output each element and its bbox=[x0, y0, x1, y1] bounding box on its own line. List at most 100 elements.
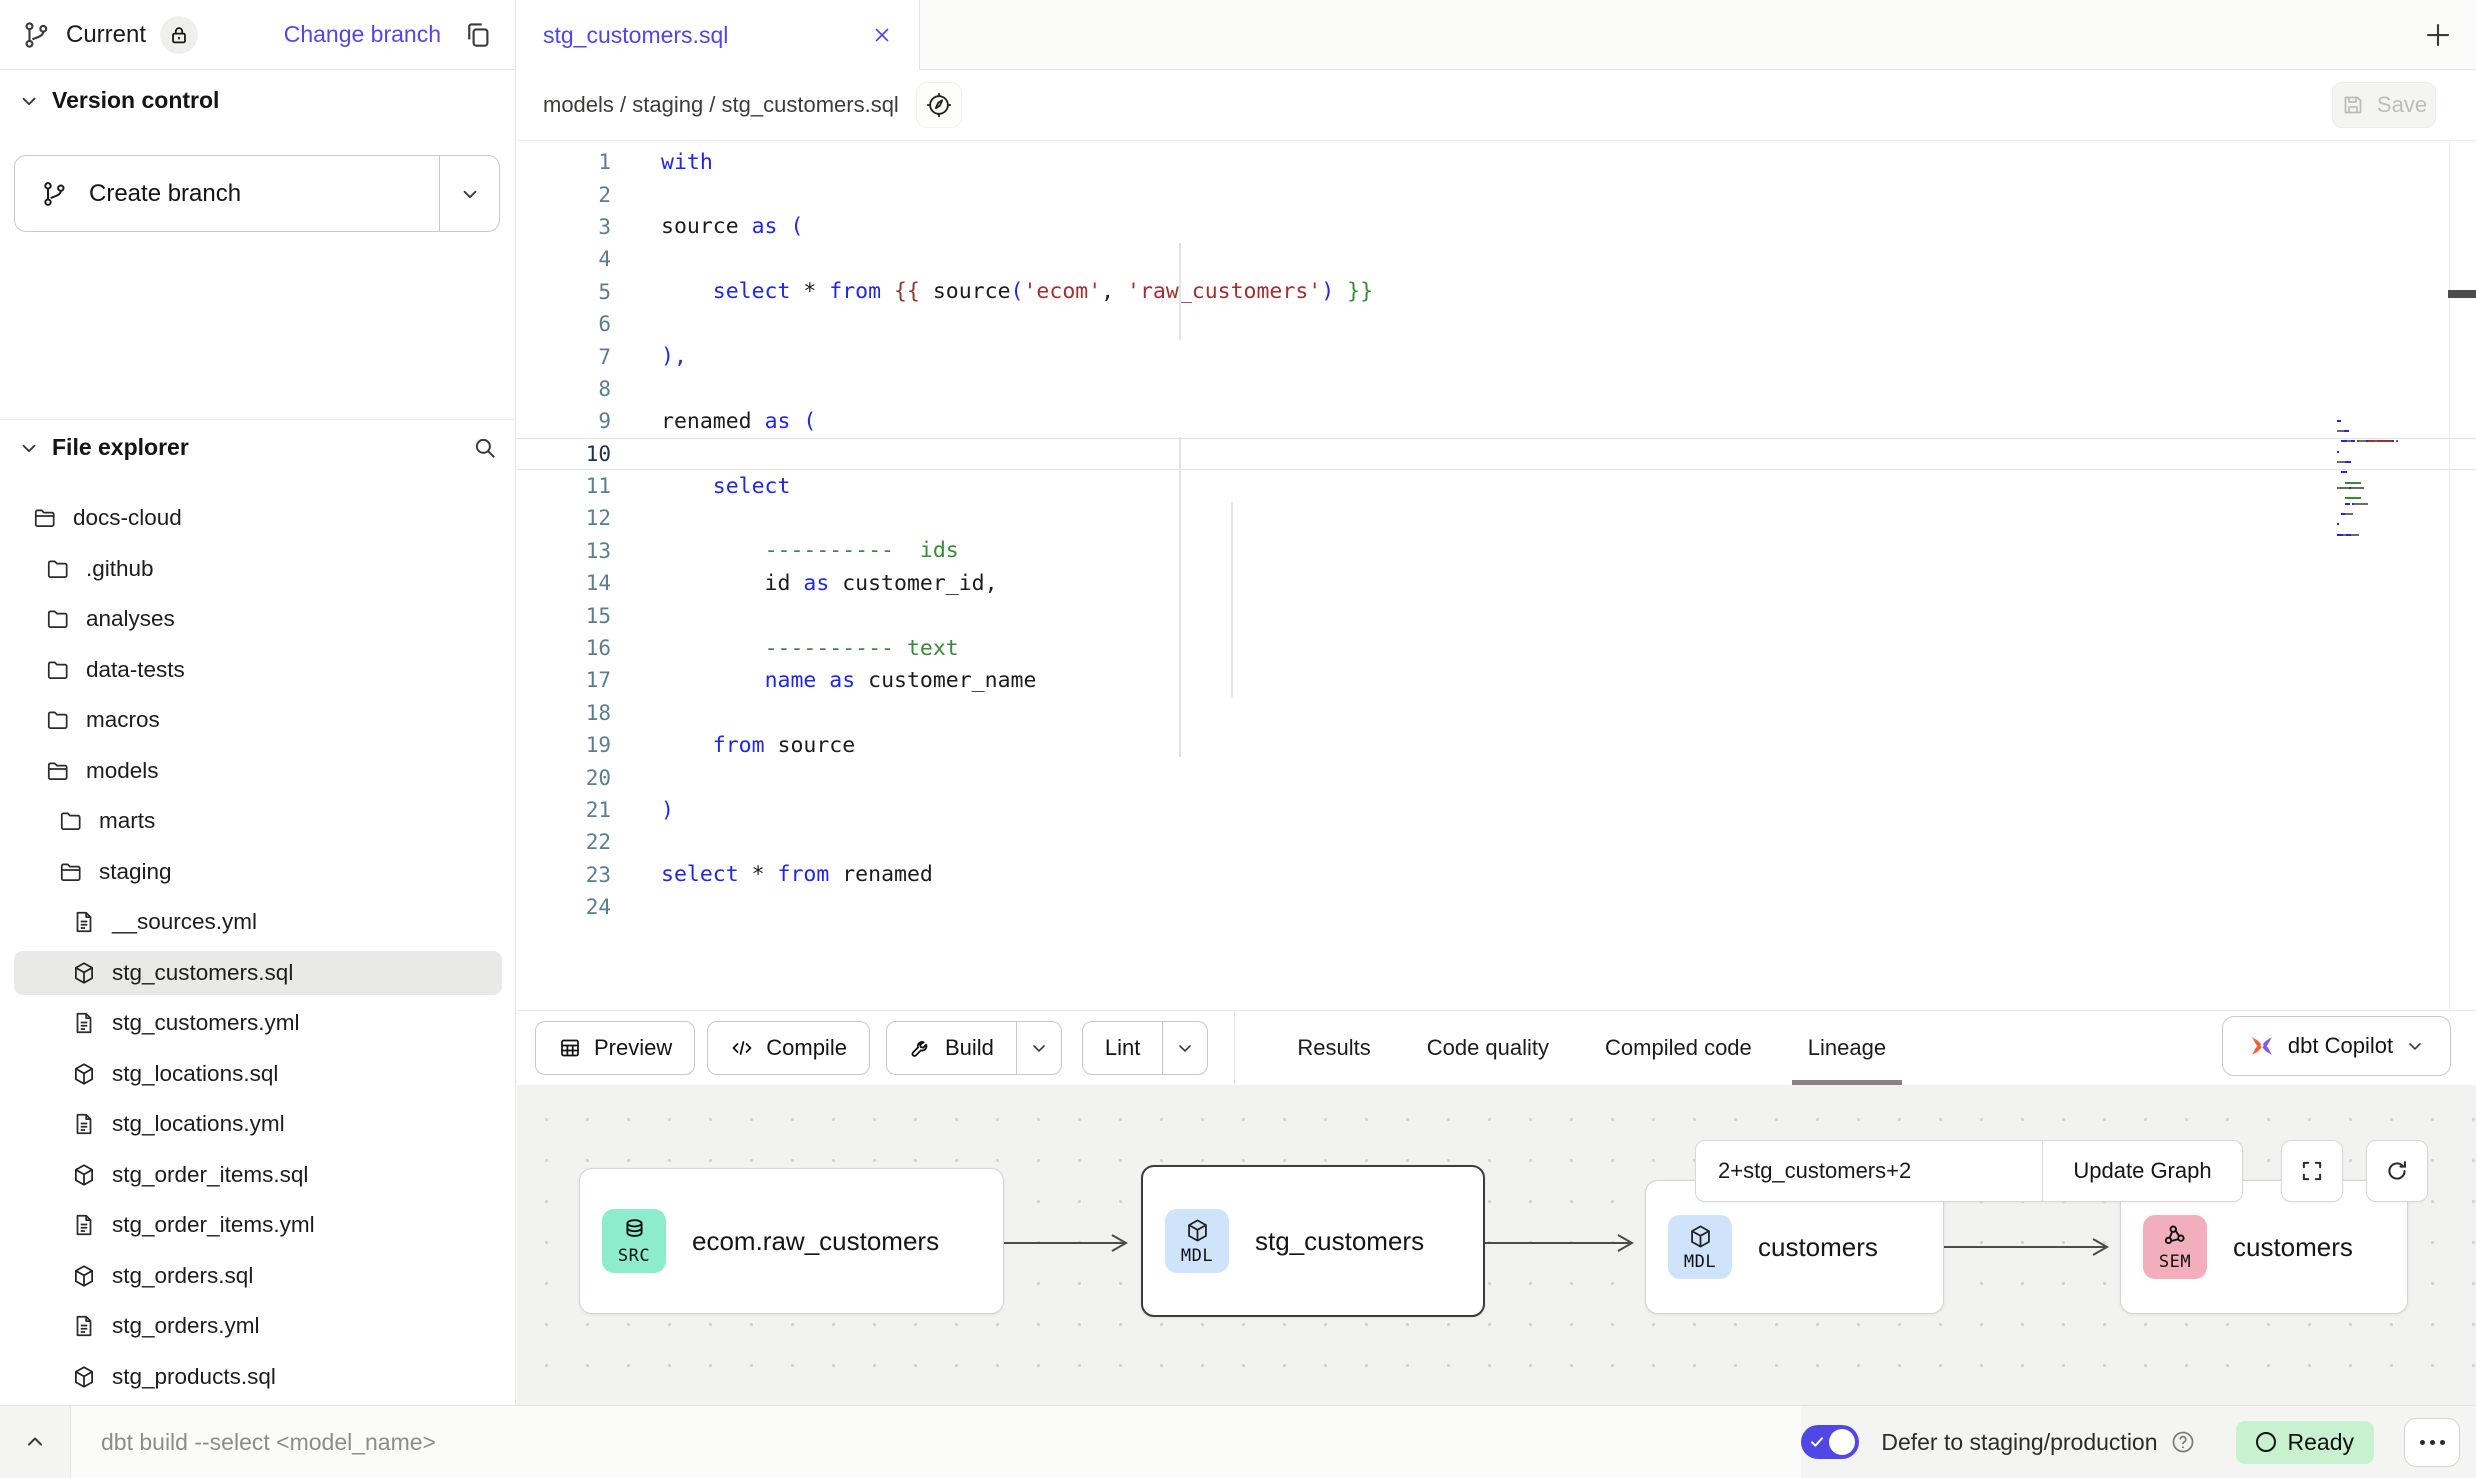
file-tree-item-stg-order-items-yml[interactable]: stg_order_items.yml bbox=[14, 1203, 502, 1247]
version-control-title: Version control bbox=[52, 87, 219, 114]
file-explorer-header[interactable]: File explorer bbox=[18, 434, 498, 461]
code-line-6[interactable]: 6 bbox=[517, 308, 2476, 340]
lineage-selector-input[interactable]: 2+stg_customers+2 bbox=[1696, 1141, 2042, 1201]
more-options-button[interactable] bbox=[2404, 1418, 2460, 1467]
code-line-22[interactable]: 22 bbox=[517, 826, 2476, 858]
file-tree-item--sources-yml[interactable]: __sources.yml bbox=[14, 900, 502, 944]
code-line-17[interactable]: 17 name as customer_name bbox=[517, 664, 2476, 696]
close-icon[interactable] bbox=[871, 24, 893, 46]
refresh-button[interactable] bbox=[2366, 1140, 2428, 1202]
file-name: stg_orders.yml bbox=[112, 1313, 260, 1339]
code-line-12[interactable]: 12 bbox=[517, 502, 2476, 534]
current-branch-label: Current bbox=[66, 21, 146, 49]
file-tree-item-stg-order-items-sql[interactable]: stg_order_items.sql bbox=[14, 1153, 502, 1197]
defer-toggle[interactable] bbox=[1801, 1425, 1859, 1459]
file-tree-item-macros[interactable]: macros bbox=[14, 698, 502, 742]
file-tree-item-staging[interactable]: staging bbox=[14, 850, 502, 894]
code-line-20[interactable]: 20 bbox=[517, 761, 2476, 793]
build-button[interactable]: Build bbox=[886, 1021, 1062, 1075]
file-tree-item-models[interactable]: models bbox=[14, 749, 502, 793]
code-line-11[interactable]: 11 select bbox=[517, 470, 2476, 502]
file-tree-item--github[interactable]: .github bbox=[14, 547, 502, 591]
code-line-18[interactable]: 18 bbox=[517, 697, 2476, 729]
file-tree-item-stg-customers-yml[interactable]: stg_customers.yml bbox=[14, 1001, 502, 1045]
fullscreen-button[interactable] bbox=[2281, 1140, 2343, 1202]
help-icon[interactable] bbox=[2170, 1429, 2196, 1455]
create-branch-button[interactable]: Create branch bbox=[14, 155, 500, 232]
editor-scrollbar-rail[interactable] bbox=[2449, 141, 2450, 1010]
file-tree-item-docs-cloud[interactable]: docs-cloud bbox=[14, 496, 502, 540]
build-dropdown[interactable] bbox=[1016, 1022, 1061, 1074]
file-tree-item-data-tests[interactable]: data-tests bbox=[14, 648, 502, 692]
file-tree-item-stg-orders-yml[interactable]: stg_orders.yml bbox=[14, 1304, 502, 1348]
tab-code-quality[interactable]: Code quality bbox=[1427, 1011, 1549, 1085]
scrollbar-thumb[interactable] bbox=[2448, 290, 2476, 298]
code-line-10[interactable]: 10 bbox=[517, 438, 2476, 470]
tab-stg-customers-sql[interactable]: stg_customers.sql bbox=[517, 0, 920, 70]
file-tree-item-stg-customers-sql[interactable]: stg_customers.sql bbox=[14, 951, 502, 995]
lineage-panel[interactable]: SRCecom.raw_customers MDLstg_customers MDL… bbox=[517, 1085, 2476, 1405]
file-tree-item-marts[interactable]: marts bbox=[14, 799, 502, 843]
code-line-4[interactable]: 4 bbox=[517, 243, 2476, 275]
code-line-7[interactable]: 7), bbox=[517, 340, 2476, 372]
code-line-21[interactable]: 21) bbox=[517, 794, 2476, 826]
file-name: stg_order_items.sql bbox=[112, 1162, 308, 1188]
code-text: renamed as ( bbox=[611, 409, 816, 434]
code-editor[interactable]: 1with23source as ( 4 5 select * from {{ so… bbox=[517, 141, 2476, 1010]
file-name: __sources.yml bbox=[112, 909, 257, 935]
code-icon bbox=[730, 1036, 754, 1060]
code-line-23[interactable]: 23select * from renamed bbox=[517, 859, 2476, 891]
file-tree-item-analyses[interactable]: analyses bbox=[14, 597, 502, 641]
tab-compiled-code[interactable]: Compiled code bbox=[1605, 1011, 1752, 1085]
code-line-5[interactable]: 5 select * from {{ source('ecom', 'raw_c… bbox=[517, 276, 2476, 308]
code-text: from source bbox=[611, 733, 855, 758]
code-line-14[interactable]: 14 id as customer_id, bbox=[517, 567, 2476, 599]
search-icon[interactable] bbox=[472, 435, 498, 461]
editor-toolbar: Preview Compile Build Lint bbox=[517, 1010, 2476, 1085]
version-control-header[interactable]: Version control bbox=[18, 87, 219, 114]
create-branch-dropdown[interactable] bbox=[439, 156, 499, 231]
code-line-3[interactable]: 3source as ( bbox=[517, 211, 2476, 243]
breadcrumb-row: models / staging / stg_customers.sql Sav… bbox=[517, 70, 2476, 141]
code-line-1[interactable]: 1with bbox=[517, 146, 2476, 178]
file-tree-item-stg-orders-sql[interactable]: stg_orders.sql bbox=[14, 1254, 502, 1298]
code-line-24[interactable]: 24 bbox=[517, 891, 2476, 923]
dbt-copilot-button[interactable]: dbt Copilot bbox=[2222, 1016, 2451, 1076]
lineage-node-ecom-raw-customers[interactable]: SRCecom.raw_customers bbox=[579, 1168, 1004, 1314]
preview-button[interactable]: Preview bbox=[535, 1021, 695, 1075]
file-name: stg_order_items.yml bbox=[112, 1212, 315, 1238]
folder-icon bbox=[45, 707, 71, 733]
code-line-2[interactable]: 2 bbox=[517, 178, 2476, 210]
lint-dropdown[interactable] bbox=[1162, 1022, 1207, 1074]
status-badge: Ready bbox=[2236, 1421, 2374, 1464]
mdl-badge: MDL bbox=[1668, 1215, 1732, 1279]
tab-lineage[interactable]: Lineage bbox=[1808, 1011, 1886, 1085]
minimap[interactable] bbox=[2337, 418, 2407, 543]
command-input[interactable]: dbt build --select <model_name> bbox=[71, 1406, 1801, 1478]
line-number: 4 bbox=[517, 247, 611, 271]
new-tab-button[interactable] bbox=[2420, 17, 2456, 53]
copy-icon[interactable] bbox=[463, 20, 493, 50]
file-tree-item-stg-locations-sql[interactable]: stg_locations.sql bbox=[14, 1052, 502, 1096]
save-button[interactable]: Save bbox=[2332, 82, 2436, 128]
lint-button[interactable]: Lint bbox=[1082, 1021, 1208, 1075]
lineage-node-stg-customers[interactable]: MDLstg_customers bbox=[1141, 1165, 1485, 1317]
chevron-down-icon bbox=[2405, 1036, 2425, 1056]
code-line-15[interactable]: 15 bbox=[517, 599, 2476, 631]
update-graph-button[interactable]: Update Graph bbox=[2042, 1141, 2242, 1201]
line-number: 9 bbox=[517, 409, 611, 433]
create-branch-label: Create branch bbox=[89, 180, 241, 208]
file-name: macros bbox=[86, 707, 160, 733]
collapse-panel-button[interactable] bbox=[0, 1406, 71, 1478]
code-line-19[interactable]: 19 from source bbox=[517, 729, 2476, 761]
code-line-9[interactable]: 9renamed as ( bbox=[517, 405, 2476, 437]
change-branch-link[interactable]: Change branch bbox=[284, 21, 441, 48]
code-line-13[interactable]: 13 ---------- ids bbox=[517, 535, 2476, 567]
docs-compass-icon[interactable] bbox=[917, 83, 961, 127]
file-tree-item-stg-products-sql[interactable]: stg_products.sql bbox=[14, 1355, 502, 1399]
code-line-16[interactable]: 16 ---------- text bbox=[517, 632, 2476, 664]
tab-results[interactable]: Results bbox=[1297, 1011, 1370, 1085]
file-tree-item-stg-locations-yml[interactable]: stg_locations.yml bbox=[14, 1102, 502, 1146]
code-line-8[interactable]: 8 bbox=[517, 373, 2476, 405]
compile-button[interactable]: Compile bbox=[707, 1021, 870, 1075]
